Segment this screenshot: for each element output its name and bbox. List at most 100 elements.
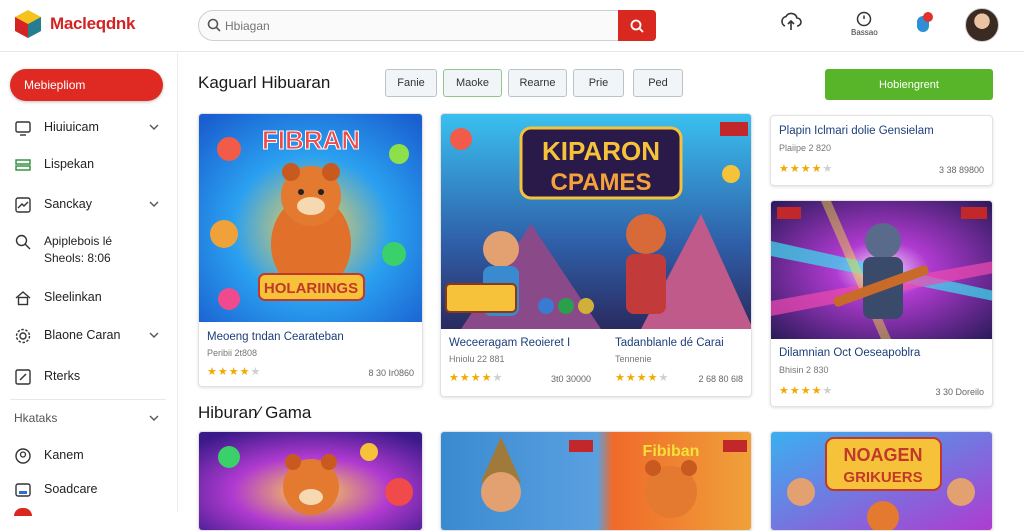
card-count: 3 38 89800 [938, 165, 984, 175]
filter-chip-4[interactable]: Ped [633, 69, 683, 97]
game-thumbnail: KIPARON CPAMES [441, 114, 751, 329]
rating-stars: ★★★★★ [779, 163, 834, 175]
primary-action-button[interactable]: Hobiengrent [825, 69, 993, 100]
games-icon [15, 159, 31, 171]
status-badge-icon [917, 12, 933, 32]
thumbnail-text: GRIKUERS [843, 469, 922, 486]
thumbnail-text: Fibiban [643, 443, 700, 460]
rating-stars: ★★★★★ [779, 385, 834, 397]
card-title: Plapin Iclmari dolie Gensielam [779, 125, 934, 137]
sidebar-section-header[interactable]: Hkataks [14, 411, 164, 425]
game-thumbnail [771, 201, 992, 339]
card-title: Tadanblanle dé Carai [615, 337, 724, 349]
profile-status-button[interactable] [914, 10, 936, 36]
game-thumbnail: HOLARIINGS FIBRAN [199, 114, 422, 322]
card-count: 3 30 Doreilo [935, 387, 984, 397]
card-subtitle: Bhisin 2 830 [779, 365, 829, 375]
filter-chip-2[interactable]: Rearne [508, 69, 567, 97]
filter-chip-3[interactable]: Prie [573, 69, 624, 97]
game-thumbnail: Fibiban [441, 432, 751, 530]
top-bar: Macleqdnk Bassao [0, 0, 1024, 52]
game-card[interactable]: Dilamnian Oct Oeseapoblra Bhisin 2 830 ★… [770, 200, 993, 407]
thumbnail-text: KIPARON [542, 136, 660, 166]
sidebar-item-label: Apiplebois lé Sheols: 8:06 [44, 234, 113, 265]
search-input[interactable] [225, 18, 605, 33]
sidebar-item-label: Blaone Caran [44, 328, 121, 342]
card-subtitle: Peribii 2t808 [207, 348, 258, 358]
sidebar: Mebiepliom Hiuiuicam Lispekan Sanckay Ap… [0, 53, 178, 516]
monitor-icon [15, 121, 31, 136]
game-card[interactable]: NOAGEN GRIKUERS [770, 431, 993, 531]
sidebar-item-partial [14, 508, 32, 516]
game-card[interactable]: Plapin Iclmari dolie Gensielam Plaiipe 2… [770, 115, 993, 186]
cube-logo-icon [15, 10, 41, 38]
trend-chart-icon [15, 197, 31, 213]
section-title: Hiburan⁄ Gama [198, 403, 312, 422]
main-content: Kaguarl Hibuaran Fanie Maoke Rearne Prie… [178, 53, 1024, 531]
search-bar [198, 10, 656, 41]
sidebar-item-label: Sleelinkan [44, 290, 102, 304]
sidebar-item-0[interactable]: Hiuiuicam [14, 119, 164, 137]
clock-icon [857, 11, 872, 27]
game-card[interactable]: Fibiban [440, 431, 752, 531]
search-button[interactable] [618, 10, 656, 41]
card-subtitle: Hniolu 22 881 [449, 354, 505, 364]
thumbnail-text: NOAGEN [843, 445, 922, 465]
card-title: Dilamnian Oct Oeseapoblra [779, 347, 921, 359]
rating-stars: ★★★★★ [449, 372, 504, 384]
sidebar-item-1[interactable]: Lispekan [14, 156, 164, 174]
chevron-down-icon[interactable] [148, 412, 160, 424]
card-count: 2 68 80 6l8 [698, 374, 743, 384]
card-subtitle: Tennenie [615, 354, 652, 364]
game-card[interactable]: HOLARIINGS FIBRAN Meoeng tndan Cearateba… [198, 113, 423, 387]
game-thumbnail [199, 432, 422, 530]
sidebar-item-label: Hiuiuicam [44, 120, 99, 134]
sidebar-item-label: Soadcare [44, 482, 98, 496]
filter-chip-0[interactable]: Fanie [385, 69, 437, 97]
sidebar-item-2[interactable]: Sanckay [14, 196, 164, 214]
cloud-upload-icon [781, 12, 802, 30]
rating-stars: ★★★★★ [615, 372, 670, 384]
rating-stars: ★★★★★ [207, 366, 262, 378]
sidebar-item-label: Lispekan [44, 157, 95, 171]
badge-icon [15, 483, 31, 497]
card-count: 8 30 Ir0860 [368, 368, 414, 378]
sidebar-item-6[interactable]: Rterks [14, 368, 164, 386]
chevron-down-icon[interactable] [148, 121, 160, 133]
cloud-upload-button[interactable] [779, 10, 803, 34]
card-title: Meoeng tndan Cearateban [207, 331, 344, 343]
logo[interactable]: Macleqdnk [12, 8, 135, 40]
pencil-box-icon [15, 369, 31, 385]
game-thumbnail: NOAGEN GRIKUERS [771, 432, 992, 530]
thumbnail-text: CPAMES [551, 169, 652, 196]
sidebar-section-item-1[interactable]: Soadcare [14, 481, 164, 499]
sidebar-item-label: Rterks [44, 369, 81, 383]
section-title: Kaguarl Hibuaran [198, 73, 331, 92]
chevron-down-icon[interactable] [148, 329, 160, 341]
sidebar-item-4[interactable]: Sleelinkan [14, 289, 164, 307]
card-title: Weceeragam Reoieret I [449, 337, 571, 349]
search-icon [15, 234, 31, 250]
home-icon [15, 291, 31, 306]
sidebar-item-3[interactable]: Apiplebois lé Sheols: 8:06 [14, 233, 164, 267]
avatar[interactable] [965, 8, 999, 42]
user-icon [15, 448, 31, 464]
game-card[interactable]: KIPARON CPAMES Weceeragam Reoieret I Hni… [440, 113, 752, 397]
search-icon [207, 18, 221, 32]
thumbnail-text: FIBRAN [262, 125, 360, 155]
card-subtitle: Plaiipe 2 820 [779, 143, 832, 153]
notifications-button[interactable]: Bassao [851, 10, 878, 37]
notifications-label: Bassao [851, 28, 878, 37]
sidebar-item-label: Kanem [44, 448, 84, 462]
logo-text: Macleqdnk [50, 14, 136, 33]
game-card[interactable] [198, 431, 423, 531]
sidebar-item-5[interactable]: Blaone Caran [14, 327, 164, 345]
sidebar-item-label: Sanckay [44, 197, 92, 211]
sidebar-divider [10, 399, 166, 400]
card-count: 3t0 30000 [550, 374, 591, 384]
sidebar-cta-button[interactable]: Mebiepliom [10, 69, 163, 101]
sidebar-section-item-0[interactable]: Kanem [14, 447, 164, 465]
gear-icon [15, 328, 31, 344]
chevron-down-icon[interactable] [148, 198, 160, 210]
filter-chip-1[interactable]: Maoke [443, 69, 502, 97]
